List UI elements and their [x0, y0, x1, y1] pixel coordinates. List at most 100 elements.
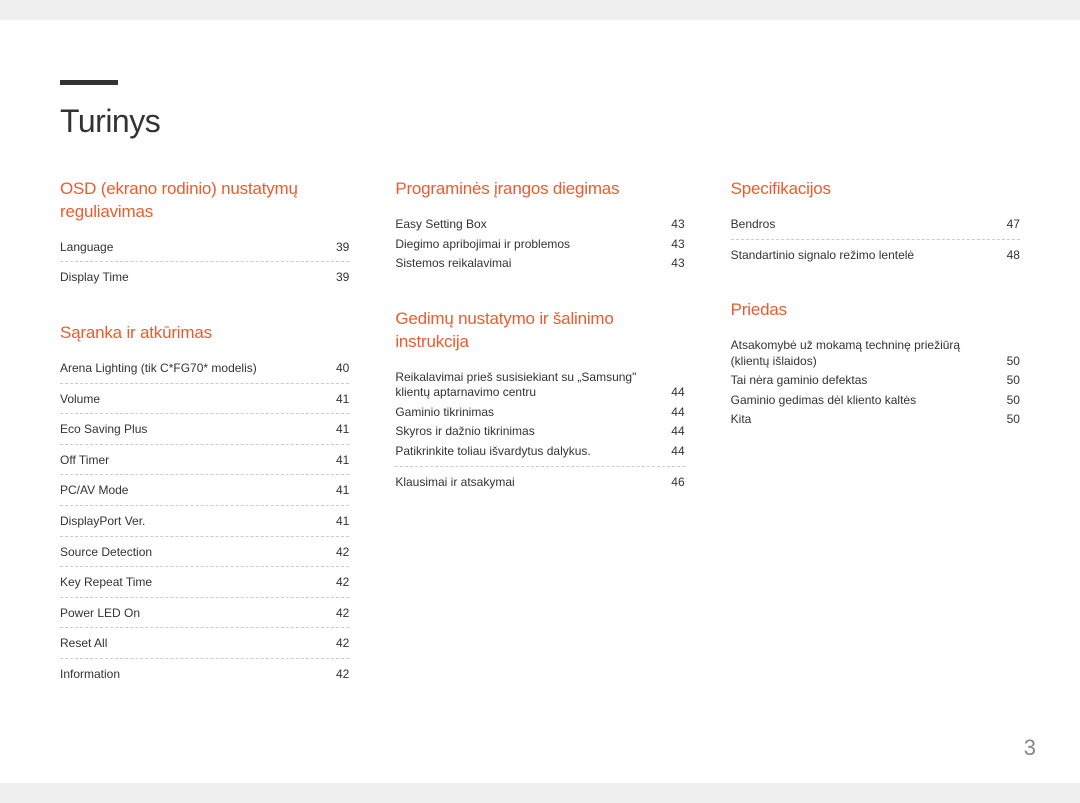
toc-entry-label: Kita [731, 412, 990, 428]
toc-entry-page: 39 [319, 240, 349, 256]
toc-entry-page: 42 [319, 545, 349, 561]
toc-entry-label: PC/AV Mode [60, 483, 319, 499]
toc-entry[interactable]: Diegimo apribojimai ir problemos43 [395, 237, 684, 257]
toc-entry[interactable]: Reikalavimai prieš susisiekiant su „Sams… [395, 368, 684, 405]
toc-section-title[interactable]: OSD (ekrano rodinio) nustatymų reguliavi… [60, 178, 349, 224]
toc-entry-label: Easy Setting Box [395, 217, 654, 233]
toc-entry-label: Gaminio gedimas dėl kliento kaltės [731, 393, 990, 409]
toc-entry[interactable]: Arena Lighting (tik C*FG70* modelis)40 [60, 359, 349, 384]
toc-entry-page: 42 [319, 606, 349, 622]
toc-entry[interactable]: Off Timer41 [60, 451, 349, 476]
toc-entry-page: 50 [990, 412, 1020, 428]
toc-entry[interactable]: Reset All42 [60, 634, 349, 659]
toc-entry-label: DisplayPort Ver. [60, 514, 319, 530]
toc-entry-page: 41 [319, 392, 349, 408]
toc-section: Gedimų nustatymo ir šalinimo instrukcija… [395, 308, 684, 494]
page-number: 3 [1024, 735, 1036, 761]
toc-section: Sąranka ir atkūrimas Arena Lighting (tik … [60, 322, 349, 686]
toc-column: OSD (ekrano rodinio) nustatymų reguliavi… [60, 178, 349, 719]
toc-entry-label: Volume [60, 392, 319, 408]
toc-entry-page: 50 [990, 393, 1020, 409]
toc-entry[interactable]: Standartinio signalo režimo lentelė48 [731, 246, 1020, 268]
toc-section: SpecifikacijosBendros47Standartinio sign… [731, 178, 1020, 267]
toc-entry[interactable]: Gaminio tikrinimas44 [395, 405, 684, 425]
toc-entry[interactable]: Patikrinkite toliau išvardytus dalykus.4… [395, 444, 684, 467]
toc-entry-page: 43 [655, 237, 685, 253]
toc-entry[interactable]: Klausimai ir atsakymai46 [395, 473, 684, 495]
toc-entry[interactable]: Tai nėra gaminio defektas50 [731, 373, 1020, 393]
toc-entry[interactable]: PC/AV Mode41 [60, 481, 349, 506]
toc-entry-page: 41 [319, 453, 349, 469]
toc-section-title[interactable]: Gedimų nustatymo ir šalinimo instrukcija [395, 308, 684, 354]
toc-entry-label: Reset All [60, 636, 319, 652]
toc-entry-label: Reikalavimai prieš susisiekiant su „Sams… [395, 370, 654, 401]
toc-entry[interactable]: Language39 [60, 238, 349, 263]
toc-entry-page: 42 [319, 667, 349, 683]
toc-section-title[interactable]: Priedas [731, 299, 1020, 322]
toc-entry-page: 44 [655, 405, 685, 421]
toc-entry-page: 41 [319, 483, 349, 499]
toc-entry[interactable]: DisplayPort Ver.41 [60, 512, 349, 537]
toc-entry-label: Information [60, 667, 319, 683]
toc-column: SpecifikacijosBendros47Standartinio sign… [731, 178, 1020, 719]
toc-entry-label: Source Detection [60, 545, 319, 561]
toc-entry-label: Eco Saving Plus [60, 422, 319, 438]
toc-entry-label: Gaminio tikrinimas [395, 405, 654, 421]
toc-entry-page: 48 [990, 248, 1020, 264]
toc-entry-page: 47 [990, 217, 1020, 233]
toc-entry-label: Sistemos reikalavimai [395, 256, 654, 272]
toc-entry[interactable]: Bendros47 [731, 215, 1020, 240]
toc-entry[interactable]: Gaminio gedimas dėl kliento kaltės50 [731, 393, 1020, 413]
toc-entry-page: 41 [319, 514, 349, 530]
toc-entry-label: Patikrinkite toliau išvardytus dalykus. [395, 444, 654, 460]
toc-entry-label: Atsakomybė už mokamą techninę priežiūrą … [731, 338, 990, 369]
toc-entry-page: 41 [319, 422, 349, 438]
toc-entry-label: Skyros ir dažnio tikrinimas [395, 424, 654, 440]
toc-entry[interactable]: Source Detection42 [60, 543, 349, 568]
toc-entry-page: 44 [655, 385, 685, 401]
toc-entry-page: 43 [655, 256, 685, 272]
toc-entry[interactable]: Easy Setting Box43 [395, 215, 684, 237]
toc-section: OSD (ekrano rodinio) nustatymų reguliavi… [60, 178, 349, 290]
toc-entry[interactable]: Display Time39 [60, 268, 349, 290]
toc-columns: OSD (ekrano rodinio) nustatymų reguliavi… [60, 178, 1020, 719]
toc-entry-page: 42 [319, 575, 349, 591]
toc-entry-label: Diegimo apribojimai ir problemos [395, 237, 654, 253]
toc-entry[interactable]: Atsakomybė už mokamą techninę priežiūrą … [731, 336, 1020, 373]
toc-entry-label: Standartinio signalo režimo lentelė [731, 248, 990, 264]
toc-entry-label: Bendros [731, 217, 990, 233]
toc-entry-page: 43 [655, 217, 685, 233]
toc-section: Programinės įrangos diegimas Easy Setting… [395, 178, 684, 276]
toc-section: Priedas Atsakomybė už mokamą techninę pri… [731, 299, 1020, 432]
toc-entry-label: Off Timer [60, 453, 319, 469]
toc-entry-label: Language [60, 240, 319, 256]
toc-column: Programinės įrangos diegimas Easy Setting… [395, 178, 684, 719]
toc-entry[interactable]: Information42 [60, 665, 349, 687]
toc-entry-page: 42 [319, 636, 349, 652]
toc-section-title[interactable]: Sąranka ir atkūrimas [60, 322, 349, 345]
toc-entry-label: Tai nėra gaminio defektas [731, 373, 990, 389]
toc-entry[interactable]: Power LED On42 [60, 604, 349, 629]
title-accent-bar [60, 80, 118, 85]
toc-section-title[interactable]: Programinės įrangos diegimas [395, 178, 684, 201]
toc-entry[interactable]: Key Repeat Time42 [60, 573, 349, 598]
toc-entry[interactable]: Volume41 [60, 390, 349, 415]
toc-entry[interactable]: Kita50 [731, 412, 1020, 432]
toc-entry-label: Power LED On [60, 606, 319, 622]
toc-entry-page: 44 [655, 444, 685, 460]
page: Turinys OSD (ekrano rodinio) nustatymų r… [0, 20, 1080, 783]
toc-entry-label: Key Repeat Time [60, 575, 319, 591]
toc-section-title[interactable]: Specifikacijos [731, 178, 1020, 201]
toc-entry-page: 39 [319, 270, 349, 286]
toc-entry-label: Display Time [60, 270, 319, 286]
toc-entry-page: 40 [319, 361, 349, 377]
toc-entry-page: 46 [655, 475, 685, 491]
toc-entry-label: Arena Lighting (tik C*FG70* modelis) [60, 361, 319, 377]
toc-entry-page: 50 [990, 373, 1020, 389]
toc-entry[interactable]: Sistemos reikalavimai43 [395, 256, 684, 276]
toc-entry-page: 44 [655, 424, 685, 440]
toc-entry[interactable]: Skyros ir dažnio tikrinimas44 [395, 424, 684, 444]
page-title: Turinys [60, 103, 1020, 140]
toc-entry-page: 50 [990, 354, 1020, 370]
toc-entry[interactable]: Eco Saving Plus41 [60, 420, 349, 445]
